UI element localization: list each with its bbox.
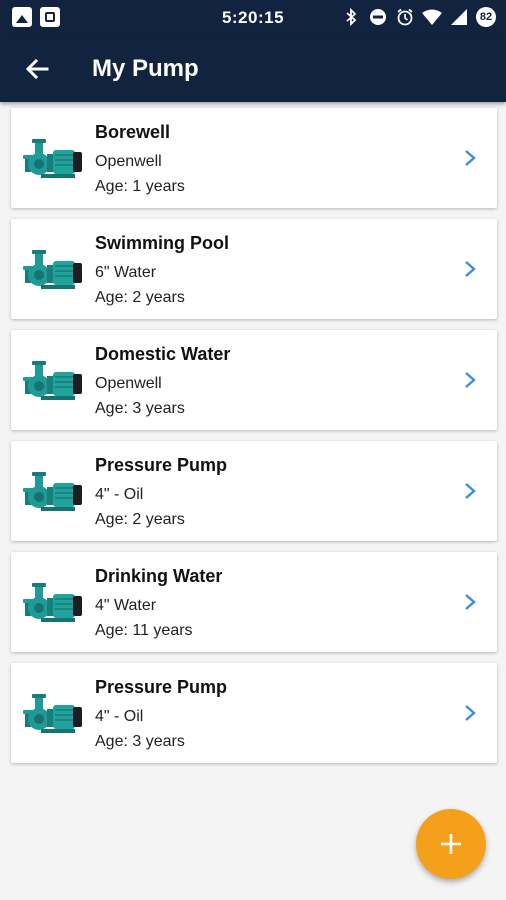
pump-name: Borewell (95, 122, 171, 142)
pump-age: Age: 2 years (95, 289, 185, 306)
pump-card[interactable]: Pressure Pump 4" - Oil Age: 3 years (11, 663, 497, 763)
pump-age: Age: 3 years (95, 733, 185, 750)
do-not-disturb-icon (368, 7, 388, 27)
pump-icon (23, 583, 82, 622)
pump-type: 6" Water (95, 264, 157, 281)
pump-name: Pressure Pump (95, 455, 228, 475)
chevron-right-icon (465, 372, 476, 388)
status-bar: 5:20:15 82 (0, 0, 506, 34)
pump-card[interactable]: Pressure Pump 4" - Oil Age: 2 years (11, 441, 497, 541)
battery-icon: 82 (476, 7, 496, 27)
pump-type: 4" - Oil (95, 486, 144, 503)
chevron-right-icon (465, 705, 476, 721)
pump-type: Openwell (95, 375, 162, 392)
pump-type: Openwell (95, 153, 162, 170)
pump-age: Age: 1 years (95, 178, 185, 195)
chevron-right-icon (465, 483, 476, 499)
bluetooth-icon (341, 7, 361, 27)
pump-card[interactable]: Borewell Openwell Age: 1 years (11, 108, 497, 208)
pump-name: Domestic Water (95, 344, 231, 364)
pump-name: Pressure Pump (95, 677, 228, 697)
pump-age: Age: 3 years (95, 400, 185, 417)
pump-list: Borewell Openwell Age: 1 years Swimming Po… (11, 108, 497, 774)
signal-icon (449, 7, 469, 27)
pump-icon (23, 250, 82, 289)
page-title: My Pump (92, 55, 199, 82)
chevron-right-icon (465, 594, 476, 610)
chevron-right-icon (465, 150, 476, 166)
pump-age: Age: 2 years (95, 511, 185, 528)
pump-icon (23, 472, 82, 511)
pump-type: 4" Water (95, 597, 157, 614)
pump-icon (23, 694, 82, 733)
wifi-icon (422, 7, 442, 27)
pump-name: Swimming Pool (95, 233, 230, 253)
alarm-icon (395, 7, 415, 27)
add-pump-button[interactable] (416, 809, 486, 879)
pump-card[interactable]: Domestic Water Openwell Age: 3 years (11, 330, 497, 430)
plus-icon (441, 834, 461, 854)
arrow-left-icon (25, 58, 49, 80)
pump-icon (23, 139, 82, 178)
chevron-right-icon (465, 261, 476, 277)
pump-age: Age: 11 years (95, 622, 193, 639)
back-button[interactable] (22, 54, 52, 84)
pump-type: 4" - Oil (95, 708, 144, 725)
pump-card[interactable]: Swimming Pool 6" Water Age: 2 years (11, 219, 497, 319)
pump-icon (23, 361, 82, 400)
app-bar: My Pump (0, 34, 506, 102)
pump-card[interactable]: Drinking Water 4" Water Age: 11 years (11, 552, 497, 652)
pump-name: Drinking Water (95, 566, 223, 586)
